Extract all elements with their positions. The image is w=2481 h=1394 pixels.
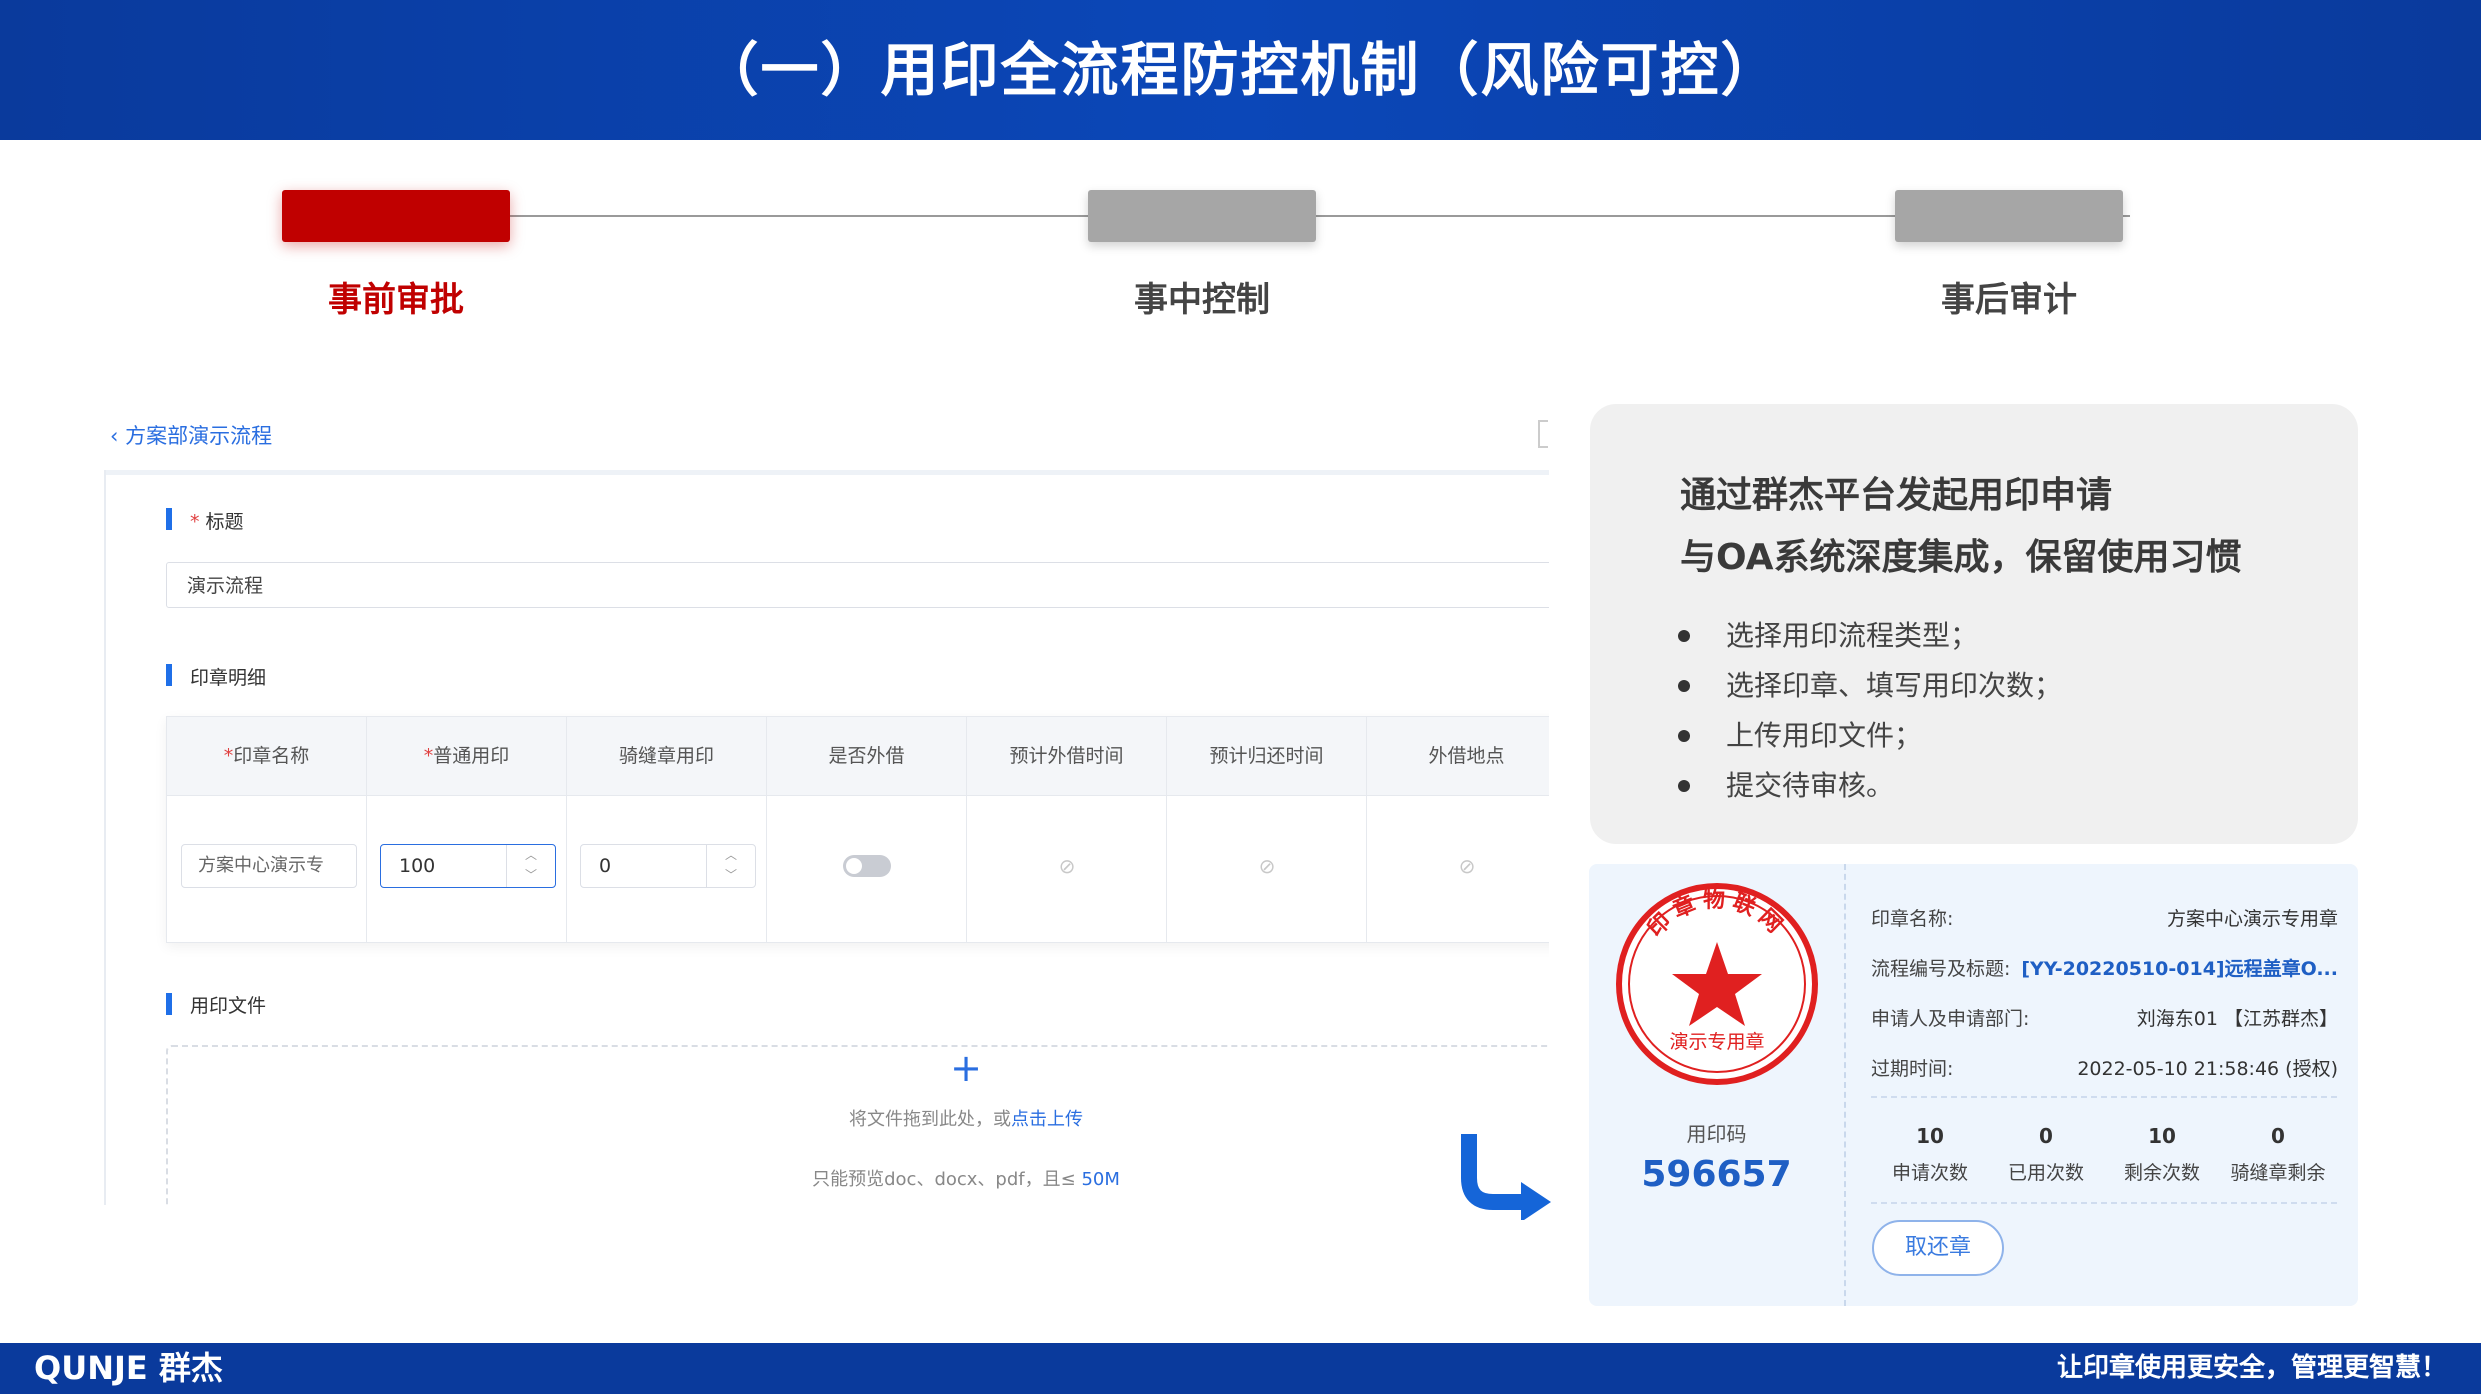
field-value-seal-name: 方案中心演示专用章 xyxy=(2166,908,2338,930)
chevron-left-icon: ‹ xyxy=(110,424,126,448)
footer-slogan: 让印章使用更安全，管理更智慧！ xyxy=(2056,1353,2447,1383)
bullet-icon xyxy=(1678,630,1690,642)
seal-detail-heading: 印章明细 xyxy=(190,667,267,689)
return-seal-button[interactable]: 取还章 xyxy=(1872,1220,2004,1276)
section-marker xyxy=(166,664,172,686)
info-bullet-1: 选择用印流程类型； xyxy=(1726,619,1979,652)
disabled-icon: ⊘ xyxy=(1058,854,1076,878)
column-header-return-time: 预计归还时间 xyxy=(1209,745,1324,767)
stat-value-remaining: 10 xyxy=(2148,1124,2176,1148)
column-header-normal-stamp: *普通用印 xyxy=(423,745,510,767)
turn-arrow-icon xyxy=(1461,1134,1551,1220)
step-label-post-audit: 事后审计 xyxy=(1941,280,2077,320)
upload-hint: 将文件拖到此处，或点击上传 xyxy=(849,1109,1083,1130)
stepper-arrows-icon[interactable]: ︿ ﹀ xyxy=(506,845,555,887)
info-bullet-4: 提交待审核。 xyxy=(1726,769,1895,802)
column-divider xyxy=(1366,717,1367,942)
field-key: 申请人及申请部门: xyxy=(1871,1008,2030,1030)
column-header-seal-name: *印章名称 xyxy=(223,745,310,767)
lend-toggle[interactable] xyxy=(843,855,891,877)
upload-limit-text: 只能预览doc、docx、pdf，且≤ 50M xyxy=(812,1169,1120,1190)
seal-code-label: 用印码 xyxy=(1686,1122,1747,1146)
bullet-icon xyxy=(1678,680,1690,692)
seal-name-select[interactable]: 方案中心演示专 xyxy=(181,844,357,888)
field-value-process-title[interactable]: [YY-20220510-014]远程盖章O... xyxy=(2021,954,2338,981)
bullet-icon xyxy=(1678,780,1690,792)
stepper-arrows-icon[interactable]: ︿ ﹀ xyxy=(706,845,755,887)
column-divider xyxy=(566,717,567,942)
normal-stamp-count-input[interactable]: 100 ︿ ﹀ xyxy=(380,844,556,888)
info-heading-1: 通过群杰平台发起用印申请 xyxy=(1680,475,2113,516)
column-header-lend-location: 外借地点 xyxy=(1428,745,1505,767)
field-key: 过期时间: xyxy=(1871,1058,1954,1080)
column-divider xyxy=(1166,717,1167,942)
divider xyxy=(104,470,1549,475)
seal-code-card: 印章物联网 演示专用章 用印码 596657 印章名称: 方案中心演示专用章 流… xyxy=(1589,864,2358,1306)
column-header-seam-stamp: 骑缝章用印 xyxy=(618,745,714,767)
column-divider xyxy=(766,717,767,942)
step-bar-pre-approval[interactable] xyxy=(282,190,510,242)
column-divider xyxy=(366,717,367,942)
upload-link[interactable]: 点击上传 xyxy=(1011,1109,1083,1130)
page-title: （一）用印全流程防控机制（风险可控） xyxy=(700,36,1781,104)
step-bar-in-control[interactable] xyxy=(1088,190,1316,242)
column-divider xyxy=(966,717,967,942)
info-heading-2: 与OA系统深度集成，保留使用习惯 xyxy=(1680,537,2242,578)
info-bullet-3: 上传用印文件； xyxy=(1726,719,1923,752)
section-marker xyxy=(166,508,172,530)
divider xyxy=(1871,1096,2337,1098)
fullscreen-icon[interactable] xyxy=(1538,420,1548,448)
stat-label-remaining: 剩余次数 xyxy=(2123,1162,2200,1184)
divider xyxy=(1844,864,1846,1306)
svg-text:演示专用章: 演示专用章 xyxy=(1669,1031,1764,1053)
breadcrumb[interactable]: ‹ 方案部演示流程 xyxy=(110,420,272,450)
info-card: 通过群杰平台发起用印申请 与OA系统深度集成，保留使用习惯 选择用印流程类型； … xyxy=(1590,404,2358,844)
brand-logo: QUNJE 群杰 xyxy=(34,1349,223,1387)
disabled-icon: ⊘ xyxy=(1258,854,1276,878)
seam-stamp-count-input[interactable]: 0 ︿ ﹀ xyxy=(580,844,756,888)
toggle-knob xyxy=(846,858,862,874)
seal-code-value: 596657 xyxy=(1641,1154,1792,1195)
field-key: 印章名称: xyxy=(1871,908,1954,930)
field-value-applicant: 刘海东01 【江苏群杰】 xyxy=(2136,1008,2338,1030)
process-line xyxy=(510,215,2130,217)
step-bar-post-audit[interactable] xyxy=(1895,190,2123,242)
seal-stamp-icon: 印章物联网 演示专用章 xyxy=(1616,883,1818,1085)
stat-value-used: 0 xyxy=(2039,1124,2053,1148)
seal-request-form: ‹ 方案部演示流程 * 标题 演示流程 印章明细 *印章名称 *普通用印 骑缝章… xyxy=(104,400,1549,1205)
column-header-lend: 是否外借 xyxy=(828,745,905,767)
title-input[interactable]: 演示流程 xyxy=(166,562,1549,608)
disabled-icon: ⊘ xyxy=(1458,854,1476,878)
section-marker xyxy=(166,993,172,1015)
seal-detail-table: *印章名称 *普通用印 骑缝章用印 是否外借 预计外借时间 预计归还时间 外借地… xyxy=(166,716,1549,943)
stat-value-applied: 10 xyxy=(1916,1124,1944,1148)
step-label-pre-approval: 事前审批 xyxy=(328,280,464,320)
step-label-in-control: 事中控制 xyxy=(1134,280,1270,320)
field-value-expire-time: 2022-05-10 21:58:46 (授权) xyxy=(2077,1058,2338,1080)
bullet-icon xyxy=(1678,730,1690,742)
stat-label-seam-remaining: 骑缝章剩余 xyxy=(2230,1162,2326,1184)
divider xyxy=(104,470,106,1205)
file-section-heading: 用印文件 xyxy=(190,995,267,1017)
stat-label-used: 已用次数 xyxy=(2007,1162,2084,1184)
breadcrumb-label: 方案部演示流程 xyxy=(125,424,273,448)
column-header-lend-time: 预计外借时间 xyxy=(1009,745,1124,767)
plus-icon[interactable]: + xyxy=(936,1046,996,1090)
title-field-label: * 标题 xyxy=(190,511,244,533)
field-key: 流程编号及标题: xyxy=(1871,958,2011,980)
info-bullet-2: 选择印章、填写用印次数； xyxy=(1726,669,2063,702)
divider xyxy=(1871,1202,2337,1204)
stat-value-seam-remaining: 0 xyxy=(2271,1124,2285,1148)
stat-label-applied: 申请次数 xyxy=(1891,1162,1968,1184)
